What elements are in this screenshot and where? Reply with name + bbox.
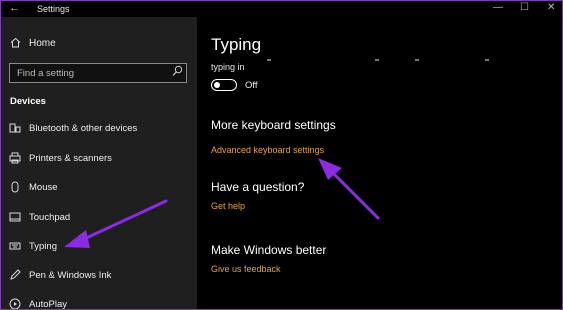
sidebar-item-label: Printers & scanners: [29, 153, 112, 164]
search-icon[interactable]: [172, 65, 183, 80]
advanced-keyboard-link[interactable]: Advanced keyboard settings: [211, 145, 324, 155]
more-keyboard-heading: More keyboard settings: [211, 118, 336, 132]
nav-home[interactable]: Home: [1, 34, 197, 54]
feedback-link[interactable]: Give us feedback: [211, 264, 281, 274]
typing-toggle[interactable]: [211, 79, 237, 91]
search-box: [9, 63, 187, 83]
sidebar-item-autoplay[interactable]: AutoPlay: [1, 292, 197, 310]
search-input[interactable]: [10, 64, 167, 82]
home-icon: [10, 37, 21, 51]
sidebar-item-pen[interactable]: Pen & Windows Ink: [1, 263, 197, 289]
sidebar: Home Devices Bluetooth & other devices P…: [1, 17, 197, 310]
minimize-icon[interactable]: —: [493, 2, 503, 13]
pen-icon: [9, 269, 21, 281]
back-arrow-icon[interactable]: ←: [9, 2, 20, 14]
bluetooth-icon: [9, 122, 21, 134]
toggle-state-label: Off: [245, 80, 258, 91]
sidebar-item-label: Bluetooth & other devices: [29, 123, 138, 134]
close-icon[interactable]: ✕: [547, 2, 555, 13]
sidebar-item-label: AutoPlay: [29, 299, 68, 310]
sidebar-item-label: Pen & Windows Ink: [29, 270, 112, 281]
title-bar: ← Settings — ☐ ✕: [1, 1, 562, 17]
get-help-link[interactable]: Get help: [211, 201, 245, 211]
sidebar-item-touchpad[interactable]: Touchpad: [1, 205, 197, 231]
printer-icon: [9, 152, 21, 164]
autoplay-icon: [9, 298, 21, 309]
sidebar-item-label: Typing: [29, 241, 57, 252]
home-label: Home: [29, 38, 56, 49]
divider: [485, 59, 489, 61]
sidebar-item-printers[interactable]: Printers & scanners: [1, 146, 197, 172]
divider: [415, 59, 419, 61]
touchpad-icon: [9, 211, 21, 223]
divider: [267, 59, 271, 61]
maximize-icon[interactable]: ☐: [520, 2, 529, 13]
sidebar-item-typing[interactable]: Typing: [1, 234, 197, 260]
page-title: Typing: [211, 35, 262, 54]
sidebar-item-label: Mouse: [29, 182, 58, 193]
main-content: Typing typing in Off More keyboard setti…: [197, 17, 562, 309]
question-heading: Have a question?: [211, 180, 305, 194]
sidebar-item-mouse[interactable]: Mouse: [1, 175, 197, 201]
better-heading: Make Windows better: [211, 243, 327, 257]
keyboard-icon: [9, 240, 21, 252]
settings-window: ← Settings — ☐ ✕ Home Devices Bluetooth …: [0, 0, 563, 310]
typing-setting-label: typing in: [211, 62, 245, 72]
sidebar-item-label: Touchpad: [29, 212, 71, 223]
divider: [375, 59, 379, 61]
mouse-icon: [9, 181, 21, 193]
window-title: Settings: [37, 4, 70, 14]
section-title-devices: Devices: [10, 96, 46, 107]
sidebar-item-bluetooth[interactable]: Bluetooth & other devices: [1, 116, 197, 142]
toggle-knob: [214, 82, 220, 88]
